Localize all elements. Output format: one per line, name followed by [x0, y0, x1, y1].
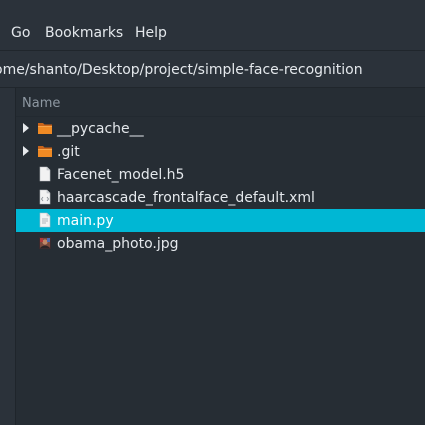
file-name: haarcascade_frontalface_default.xml [57, 190, 315, 206]
file-row-haarcascade-xml[interactable]: haarcascade_frontalface_default.xml [16, 186, 425, 209]
xml-file-icon [39, 189, 51, 205]
document-icon [39, 166, 51, 182]
file-row-main-py[interactable]: main.py [16, 209, 425, 232]
file-list-pane: Name __pycache__ .git Facenet_model.h5 h… [16, 88, 425, 425]
file-name: __pycache__ [57, 121, 144, 137]
menu-help[interactable]: Help [135, 25, 167, 41]
column-header[interactable]: Name [16, 88, 425, 117]
file-row-facenet-model[interactable]: Facenet_model.h5 [16, 163, 425, 186]
menu-bar: Go Bookmarks Help [0, 0, 425, 51]
image-file-icon [39, 237, 51, 249]
file-name: obama_photo.jpg [57, 236, 179, 252]
column-header-name[interactable]: Name [22, 96, 60, 111]
file-row-obama-photo[interactable]: obama_photo.jpg [16, 232, 425, 255]
location-bar[interactable]: ome/shanto/Desktop/project/simple-face-r… [0, 51, 425, 88]
menu-go[interactable]: Go [11, 25, 30, 41]
file-name: .git [57, 144, 80, 160]
menu-bookmarks[interactable]: Bookmarks [45, 25, 123, 41]
folder-icon [38, 123, 52, 134]
expand-arrow-icon[interactable] [23, 146, 29, 156]
file-name: Facenet_model.h5 [57, 167, 185, 183]
python-file-icon [39, 212, 51, 228]
expand-arrow-icon[interactable] [23, 123, 29, 133]
file-row-pycache[interactable]: __pycache__ [16, 117, 425, 140]
file-name: main.py [57, 213, 114, 229]
file-row-git[interactable]: .git [16, 140, 425, 163]
side-pane-edge [0, 88, 16, 425]
folder-icon [38, 146, 52, 157]
location-path[interactable]: ome/shanto/Desktop/project/simple-face-r… [0, 62, 363, 78]
